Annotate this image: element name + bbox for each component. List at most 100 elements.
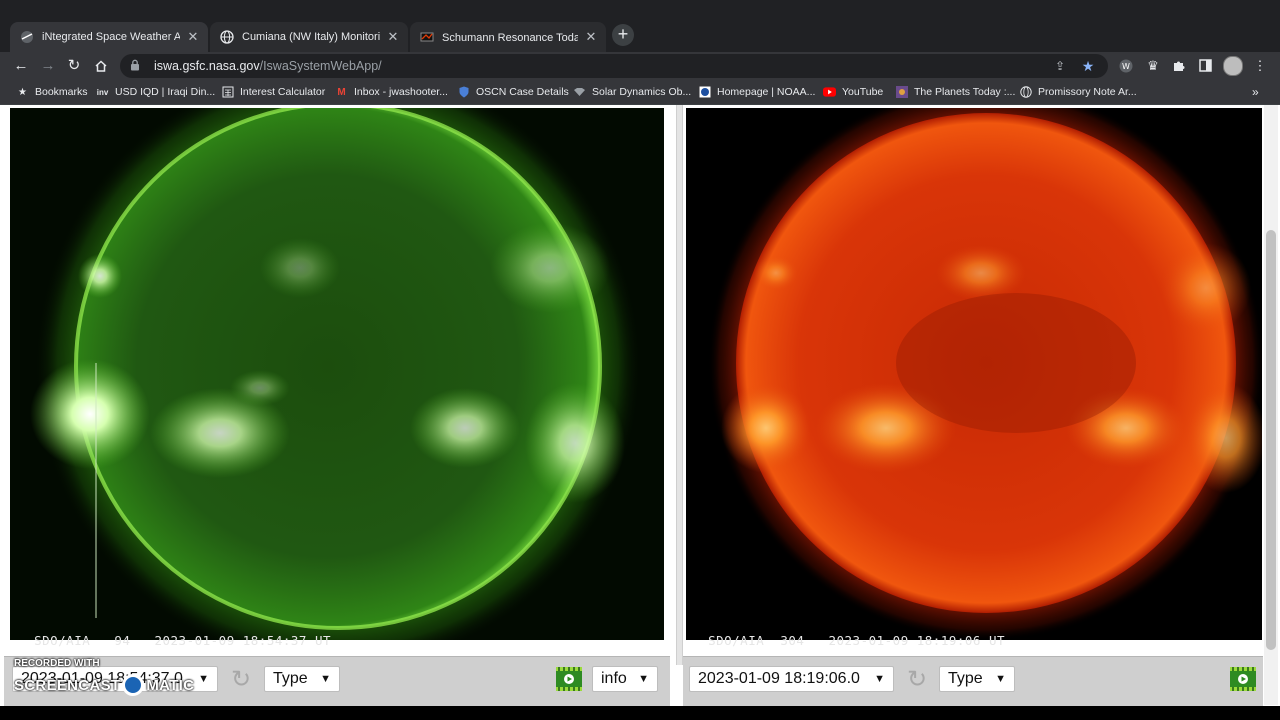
bookmark-label: Interest Calculator <box>240 86 326 98</box>
right-movie-icon[interactable] <box>1229 666 1257 692</box>
tab-title: Cumiana (NW Italy) Monitoring S <box>242 31 380 43</box>
bookmark-label: Solar Dynamics Ob... <box>592 86 692 98</box>
dropdown-caret-icon: ▼ <box>995 673 1006 685</box>
bookmark-label: USD IQD | Iraqi Din... <box>115 86 216 98</box>
panel-divider[interactable] <box>676 105 683 665</box>
bookmarks-bar: ★ Bookmarks inv USD IQD | Iraqi Din... Int… <box>0 80 1280 105</box>
right-refresh-icon[interactable]: ↻ <box>904 667 930 693</box>
sun-aia-304-image <box>686 108 1262 640</box>
left-movie-icon[interactable] <box>555 666 583 692</box>
lock-icon[interactable] <box>130 59 146 74</box>
globe-icon <box>220 30 234 44</box>
star-icon: ★ <box>18 86 27 98</box>
extension-crown-icon[interactable]: ♛ <box>1143 56 1163 76</box>
type-select-label: Type <box>948 670 983 687</box>
bookmark-item[interactable]: YouTube <box>823 84 883 100</box>
home-icon[interactable] <box>91 56 111 76</box>
url-domain: iswa.gsfc.nasa.gov <box>154 59 260 73</box>
planets-icon <box>895 86 908 99</box>
bookmark-label: The Planets Today :... <box>914 86 1016 98</box>
right-type-select[interactable]: Type ▼ <box>939 666 1015 692</box>
profile-avatar[interactable] <box>1223 56 1243 76</box>
bookmark-item[interactable]: Promissory Note Ar... <box>1019 84 1137 100</box>
browser-toolbar: ← → ↻ iswa.gsfc.nasa.gov/IswaSystemWebAp… <box>0 52 1280 80</box>
side-panel-icon[interactable] <box>1195 56 1215 76</box>
bookmark-label: Bookmarks <box>35 86 88 98</box>
bookmark-label: Homepage | NOAA... <box>717 86 816 98</box>
watermark-text-a: SCREENCAST <box>14 676 121 694</box>
url-path: /IswaSystemWebApp/ <box>259 59 382 73</box>
bookmark-item[interactable]: Solar Dynamics Ob... <box>573 84 691 100</box>
tab-schumann[interactable]: Schumann Resonance Today ⚡ ✕ <box>410 22 606 52</box>
bottom-letterbox <box>0 706 1280 720</box>
bookmark-item[interactable]: Homepage | NOAA... <box>698 84 815 100</box>
screencast-logo-icon <box>122 674 145 696</box>
url-text: iswa.gsfc.nasa.gov/IswaSystemWebApp/ <box>154 59 1042 73</box>
solar-image-aia-94[interactable] <box>10 108 664 640</box>
bookmark-label: Promissory Note Ar... <box>1038 86 1137 98</box>
left-image-caption: SDO/AIA 94 2023-01-09 18:54:37 UT <box>18 618 331 648</box>
dropdown-caret-icon: ▼ <box>320 673 331 685</box>
bookmark-item[interactable]: M Inbox - jwashooter... <box>335 84 448 100</box>
more-bookmarks-icon[interactable]: » <box>1252 84 1259 100</box>
forward-icon[interactable]: → <box>38 56 58 76</box>
extension-w-icon[interactable]: W <box>1116 56 1136 76</box>
gmail-icon: M <box>337 86 346 98</box>
calculator-icon <box>221 86 234 99</box>
svg-text:W: W <box>1122 62 1130 71</box>
scrollbar-thumb[interactable] <box>1266 230 1276 650</box>
reload-icon[interactable]: ↻ <box>64 56 84 76</box>
screencast-watermark-line1: RECORDED WITH <box>14 658 100 669</box>
schumann-favicon-icon <box>420 30 434 44</box>
sdo-icon <box>573 86 586 99</box>
timestamp-label: 2023-01-09 18:54:37 UT <box>154 633 332 648</box>
address-bar[interactable]: iswa.gsfc.nasa.gov/IswaSystemWebApp/ ⇪ ★ <box>120 54 1108 78</box>
solar-image-aia-304[interactable] <box>686 108 1262 640</box>
close-tab-icon[interactable]: ✕ <box>584 29 598 45</box>
tab-iswa[interactable]: iNtegrated Space Weather Analy ✕ <box>10 22 208 52</box>
wavelength-label: 304 <box>780 633 805 648</box>
instrument-label: SDO/AIA <box>34 633 91 648</box>
menu-kebab-icon[interactable]: ⋮ <box>1250 56 1270 76</box>
globe-icon <box>1019 86 1032 99</box>
watermark-text-b: MATIC <box>146 676 195 694</box>
close-tab-icon[interactable]: ✕ <box>186 29 200 45</box>
dropdown-caret-icon: ▼ <box>638 673 649 685</box>
bookmark-label: Inbox - jwashooter... <box>354 86 448 98</box>
right-date-select[interactable]: 2023-01-09 18:19:06.0 ▼ <box>689 666 894 692</box>
iqd-site-icon: inv <box>96 87 109 97</box>
youtube-icon <box>823 86 836 99</box>
bookmark-item[interactable]: OSCN Case Details <box>457 84 569 100</box>
bookmark-item[interactable]: ★ Bookmarks <box>16 84 88 100</box>
info-select-label: info <box>601 670 627 687</box>
timestamp-label: 2023-01-09 18:19:06 UT <box>828 633 1006 648</box>
left-refresh-icon[interactable]: ↻ <box>228 667 254 693</box>
tab-strip: iNtegrated Space Weather Analy ✕ Cumiana… <box>0 0 1280 52</box>
bookmark-item[interactable]: inv USD IQD | Iraqi Din... <box>96 84 215 100</box>
screencast-watermark-line2: SCREENCAST MATIC <box>14 674 194 696</box>
left-info-select[interactable]: info ▼ <box>592 666 658 692</box>
extensions-puzzle-icon[interactable] <box>1169 56 1189 76</box>
share-icon[interactable]: ⇪ <box>1050 59 1070 73</box>
type-select-label: Type <box>273 670 308 687</box>
close-tab-icon[interactable]: ✕ <box>386 29 400 45</box>
instrument-label: SDO/AIA <box>708 633 765 648</box>
dropdown-caret-icon: ▼ <box>874 673 885 685</box>
new-tab-button[interactable]: + <box>612 24 634 46</box>
sun-aia-94-image <box>10 108 664 640</box>
tab-title: Schumann Resonance Today ⚡ <box>442 31 578 44</box>
bookmark-label: YouTube <box>842 86 884 98</box>
left-type-select[interactable]: Type ▼ <box>264 666 340 692</box>
bookmark-item[interactable]: The Planets Today :... <box>895 84 1015 100</box>
wavelength-label: 94 <box>114 633 131 648</box>
bookmark-item[interactable]: Interest Calculator <box>221 84 325 100</box>
right-image-caption: SDO/AIA 304 2023-01-09 18:19:06 UT <box>692 618 1005 648</box>
noaa-icon <box>698 86 711 99</box>
tab-cumiana[interactable]: Cumiana (NW Italy) Monitoring S ✕ <box>210 22 408 52</box>
nasa-favicon-icon <box>20 30 34 44</box>
tab-title: iNtegrated Space Weather Analy <box>42 31 180 43</box>
date-select-value: 2023-01-09 18:19:06.0 <box>698 670 860 687</box>
bookmark-star-icon[interactable]: ★ <box>1078 58 1098 75</box>
back-icon[interactable]: ← <box>11 56 31 76</box>
bookmark-label: OSCN Case Details <box>476 86 569 98</box>
